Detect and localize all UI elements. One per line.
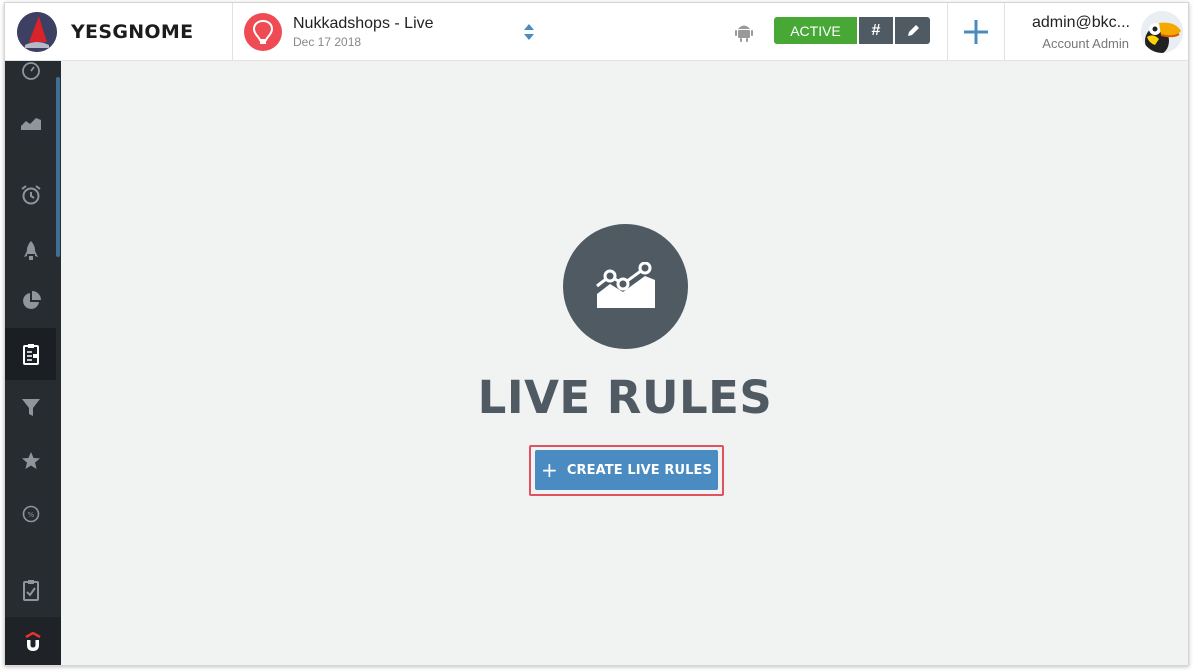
hash-button[interactable]: # (859, 17, 893, 44)
star-icon (21, 452, 40, 469)
create-live-rules-button[interactable]: + CREATE LIVE RULES (535, 450, 718, 490)
svg-text:%: % (27, 511, 34, 519)
sidebar-item-funnels[interactable] (5, 381, 56, 433)
user-menu[interactable]: admin@bkc... Account Admin (1005, 3, 1188, 61)
sidebar-item-alarm[interactable] (5, 169, 56, 221)
sidebar-item-analytics[interactable] (5, 97, 56, 149)
plus-icon (964, 20, 988, 44)
sidebar-item-reports[interactable] (5, 275, 56, 327)
app-date: Dec 17 2018 (293, 34, 362, 49)
app-window: YESGNOME Nukkadshops - Live Dec 17 2018 (4, 2, 1189, 666)
sidebar: % (5, 61, 61, 665)
app-name: Nukkadshops - Live (293, 14, 434, 32)
alarm-clock-icon (20, 185, 41, 205)
status-active-badge[interactable]: ACTIVE (774, 17, 857, 44)
pie-chart-icon (22, 291, 41, 309)
sidebar-scrollbar[interactable] (56, 77, 60, 257)
sidebar-item-offers[interactable]: % (5, 488, 56, 540)
status-group: ACTIVE # (774, 17, 930, 44)
dashboard-icon (21, 62, 40, 80)
avatar[interactable] (1141, 11, 1183, 53)
sidebar-item-tasks[interactable] (5, 564, 56, 616)
edit-button[interactable] (895, 17, 930, 44)
sort-arrows-icon[interactable] (523, 23, 535, 41)
sidebar-item-dashboard[interactable] (5, 45, 56, 97)
top-header: YESGNOME Nukkadshops - Live Dec 17 2018 (5, 3, 1188, 61)
analytics-icon (20, 118, 41, 130)
rocket-icon (23, 241, 38, 260)
user-email: admin@bkc... (1031, 14, 1130, 31)
sidebar-item-live-rules[interactable] (5, 328, 56, 380)
pencil-icon (907, 24, 919, 36)
brand-name: YESGNOME (71, 21, 194, 43)
magnet-logo-icon (25, 632, 41, 651)
checklist-icon (22, 580, 39, 601)
android-icon (735, 22, 753, 42)
page-title: LIVE RULES (477, 371, 773, 424)
trend-chart-icon (563, 224, 688, 349)
app-selector[interactable]: Nukkadshops - Live Dec 17 2018 (233, 3, 543, 61)
sidebar-item-favorites[interactable] (5, 435, 56, 487)
add-button[interactable] (947, 3, 1005, 61)
sidebar-item-campaigns[interactable] (5, 225, 56, 277)
percent-icon: % (22, 505, 39, 523)
create-button-label: CREATE LIVE RULES (566, 462, 712, 478)
sidebar-bottom-logo[interactable] (5, 617, 61, 665)
hot-air-balloon-icon (244, 13, 282, 51)
clipboard-icon (22, 344, 39, 365)
plus-icon: + (541, 458, 558, 482)
user-role: Account Admin (1042, 36, 1129, 51)
funnel-icon (21, 399, 40, 416)
